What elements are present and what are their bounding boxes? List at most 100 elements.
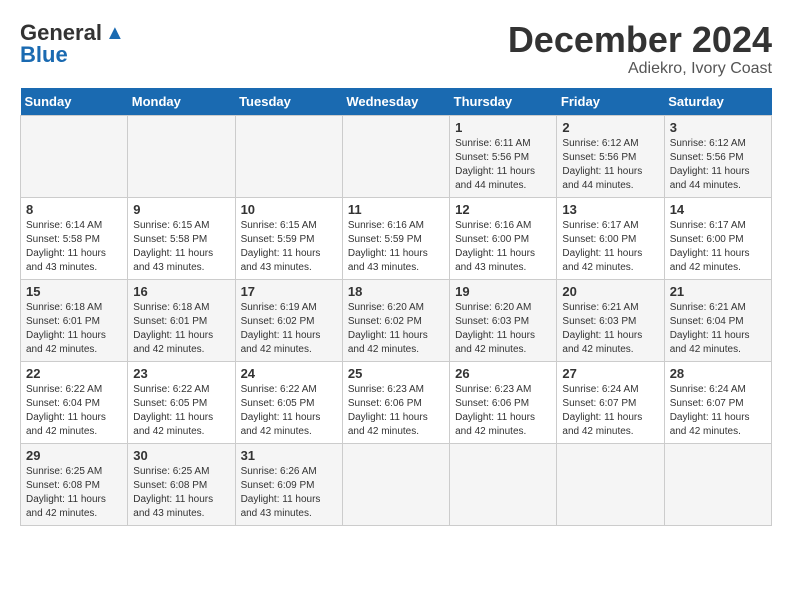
day-info: Sunrise: 6:17 AMSunset: 6:00 PMDaylight:… xyxy=(670,220,750,273)
calendar-cell: 27 Sunrise: 6:24 AMSunset: 6:07 PMDaylig… xyxy=(557,361,664,443)
calendar-cell: 15 Sunrise: 6:18 AMSunset: 6:01 PMDaylig… xyxy=(21,279,128,361)
calendar-cell: 3 Sunrise: 6:12 AMSunset: 5:56 PMDayligh… xyxy=(664,115,771,197)
calendar-cell: 29 Sunrise: 6:25 AMSunset: 6:08 PMDaylig… xyxy=(21,443,128,525)
calendar-cell: 21 Sunrise: 6:21 AMSunset: 6:04 PMDaylig… xyxy=(664,279,771,361)
calendar-cell: 31 Sunrise: 6:26 AMSunset: 6:09 PMDaylig… xyxy=(235,443,342,525)
calendar-cell xyxy=(235,115,342,197)
day-number: 29 xyxy=(26,448,122,463)
day-info: Sunrise: 6:24 AMSunset: 6:07 PMDaylight:… xyxy=(562,384,642,437)
calendar-cell: 9 Sunrise: 6:15 AMSunset: 5:58 PMDayligh… xyxy=(128,197,235,279)
day-number: 28 xyxy=(670,366,766,381)
column-header-tuesday: Tuesday xyxy=(235,88,342,116)
calendar-cell: 24 Sunrise: 6:22 AMSunset: 6:05 PMDaylig… xyxy=(235,361,342,443)
calendar-cell: 17 Sunrise: 6:19 AMSunset: 6:02 PMDaylig… xyxy=(235,279,342,361)
calendar-cell: 25 Sunrise: 6:23 AMSunset: 6:06 PMDaylig… xyxy=(342,361,449,443)
calendar-cell xyxy=(664,443,771,525)
calendar-cell: 14 Sunrise: 6:17 AMSunset: 6:00 PMDaylig… xyxy=(664,197,771,279)
day-info: Sunrise: 6:20 AMSunset: 6:02 PMDaylight:… xyxy=(348,302,428,355)
day-number: 27 xyxy=(562,366,658,381)
day-info: Sunrise: 6:21 AMSunset: 6:03 PMDaylight:… xyxy=(562,302,642,355)
week-row-1: 1 Sunrise: 6:11 AMSunset: 5:56 PMDayligh… xyxy=(21,115,772,197)
calendar-cell xyxy=(450,443,557,525)
calendar-cell: 2 Sunrise: 6:12 AMSunset: 5:56 PMDayligh… xyxy=(557,115,664,197)
calendar-cell xyxy=(21,115,128,197)
title-block: December 2024 Adiekro, Ivory Coast xyxy=(508,20,772,78)
calendar-cell: 23 Sunrise: 6:22 AMSunset: 6:05 PMDaylig… xyxy=(128,361,235,443)
logo-bird-icon: ▲ xyxy=(105,22,125,45)
day-number: 15 xyxy=(26,284,122,299)
day-info: Sunrise: 6:15 AMSunset: 5:58 PMDaylight:… xyxy=(133,220,213,273)
calendar-cell xyxy=(342,443,449,525)
calendar-cell: 18 Sunrise: 6:20 AMSunset: 6:02 PMDaylig… xyxy=(342,279,449,361)
day-info: Sunrise: 6:23 AMSunset: 6:06 PMDaylight:… xyxy=(348,384,428,437)
day-number: 8 xyxy=(26,202,122,217)
calendar-cell: 20 Sunrise: 6:21 AMSunset: 6:03 PMDaylig… xyxy=(557,279,664,361)
day-number: 23 xyxy=(133,366,229,381)
day-info: Sunrise: 6:16 AMSunset: 6:00 PMDaylight:… xyxy=(455,220,535,273)
column-header-saturday: Saturday xyxy=(664,88,771,116)
calendar-cell: 19 Sunrise: 6:20 AMSunset: 6:03 PMDaylig… xyxy=(450,279,557,361)
day-info: Sunrise: 6:15 AMSunset: 5:59 PMDaylight:… xyxy=(241,220,321,273)
calendar-cell: 12 Sunrise: 6:16 AMSunset: 6:00 PMDaylig… xyxy=(450,197,557,279)
day-info: Sunrise: 6:12 AMSunset: 5:56 PMDaylight:… xyxy=(670,138,750,191)
day-info: Sunrise: 6:22 AMSunset: 6:04 PMDaylight:… xyxy=(26,384,106,437)
day-number: 3 xyxy=(670,120,766,135)
day-number: 14 xyxy=(670,202,766,217)
calendar-cell xyxy=(342,115,449,197)
day-number: 18 xyxy=(348,284,444,299)
day-info: Sunrise: 6:18 AMSunset: 6:01 PMDaylight:… xyxy=(26,302,106,355)
day-number: 2 xyxy=(562,120,658,135)
day-number: 22 xyxy=(26,366,122,381)
day-number: 31 xyxy=(241,448,337,463)
day-number: 30 xyxy=(133,448,229,463)
page-title: December 2024 xyxy=(508,20,772,60)
calendar-cell: 11 Sunrise: 6:16 AMSunset: 5:59 PMDaylig… xyxy=(342,197,449,279)
day-info: Sunrise: 6:11 AMSunset: 5:56 PMDaylight:… xyxy=(455,138,535,191)
calendar-cell: 30 Sunrise: 6:25 AMSunset: 6:08 PMDaylig… xyxy=(128,443,235,525)
day-number: 24 xyxy=(241,366,337,381)
column-header-thursday: Thursday xyxy=(450,88,557,116)
week-row-5: 29 Sunrise: 6:25 AMSunset: 6:08 PMDaylig… xyxy=(21,443,772,525)
column-header-monday: Monday xyxy=(128,88,235,116)
day-number: 26 xyxy=(455,366,551,381)
calendar-cell: 1 Sunrise: 6:11 AMSunset: 5:56 PMDayligh… xyxy=(450,115,557,197)
day-info: Sunrise: 6:18 AMSunset: 6:01 PMDaylight:… xyxy=(133,302,213,355)
calendar-cell: 22 Sunrise: 6:22 AMSunset: 6:04 PMDaylig… xyxy=(21,361,128,443)
page-header: General ▲ Blue December 2024 Adiekro, Iv… xyxy=(20,20,772,78)
day-number: 20 xyxy=(562,284,658,299)
day-info: Sunrise: 6:16 AMSunset: 5:59 PMDaylight:… xyxy=(348,220,428,273)
day-number: 10 xyxy=(241,202,337,217)
week-row-4: 22 Sunrise: 6:22 AMSunset: 6:04 PMDaylig… xyxy=(21,361,772,443)
column-header-sunday: Sunday xyxy=(21,88,128,116)
calendar-header-row: SundayMondayTuesdayWednesdayThursdayFrid… xyxy=(21,88,772,116)
day-number: 17 xyxy=(241,284,337,299)
day-number: 9 xyxy=(133,202,229,217)
logo: General ▲ Blue xyxy=(20,20,125,68)
day-info: Sunrise: 6:19 AMSunset: 6:02 PMDaylight:… xyxy=(241,302,321,355)
calendar-cell: 26 Sunrise: 6:23 AMSunset: 6:06 PMDaylig… xyxy=(450,361,557,443)
calendar-cell xyxy=(557,443,664,525)
day-info: Sunrise: 6:23 AMSunset: 6:06 PMDaylight:… xyxy=(455,384,535,437)
day-number: 16 xyxy=(133,284,229,299)
day-info: Sunrise: 6:25 AMSunset: 6:08 PMDaylight:… xyxy=(26,466,106,519)
calendar-cell: 8 Sunrise: 6:14 AMSunset: 5:58 PMDayligh… xyxy=(21,197,128,279)
calendar-cell: 13 Sunrise: 6:17 AMSunset: 6:00 PMDaylig… xyxy=(557,197,664,279)
day-number: 11 xyxy=(348,202,444,217)
day-info: Sunrise: 6:24 AMSunset: 6:07 PMDaylight:… xyxy=(670,384,750,437)
page-subtitle: Adiekro, Ivory Coast xyxy=(508,60,772,78)
day-number: 1 xyxy=(455,120,551,135)
day-number: 25 xyxy=(348,366,444,381)
column-header-wednesday: Wednesday xyxy=(342,88,449,116)
week-row-3: 15 Sunrise: 6:18 AMSunset: 6:01 PMDaylig… xyxy=(21,279,772,361)
day-number: 19 xyxy=(455,284,551,299)
calendar-cell: 28 Sunrise: 6:24 AMSunset: 6:07 PMDaylig… xyxy=(664,361,771,443)
day-info: Sunrise: 6:21 AMSunset: 6:04 PMDaylight:… xyxy=(670,302,750,355)
day-number: 21 xyxy=(670,284,766,299)
day-number: 12 xyxy=(455,202,551,217)
calendar-cell: 16 Sunrise: 6:18 AMSunset: 6:01 PMDaylig… xyxy=(128,279,235,361)
week-row-2: 8 Sunrise: 6:14 AMSunset: 5:58 PMDayligh… xyxy=(21,197,772,279)
day-info: Sunrise: 6:22 AMSunset: 6:05 PMDaylight:… xyxy=(241,384,321,437)
day-info: Sunrise: 6:22 AMSunset: 6:05 PMDaylight:… xyxy=(133,384,213,437)
day-info: Sunrise: 6:12 AMSunset: 5:56 PMDaylight:… xyxy=(562,138,642,191)
column-header-friday: Friday xyxy=(557,88,664,116)
